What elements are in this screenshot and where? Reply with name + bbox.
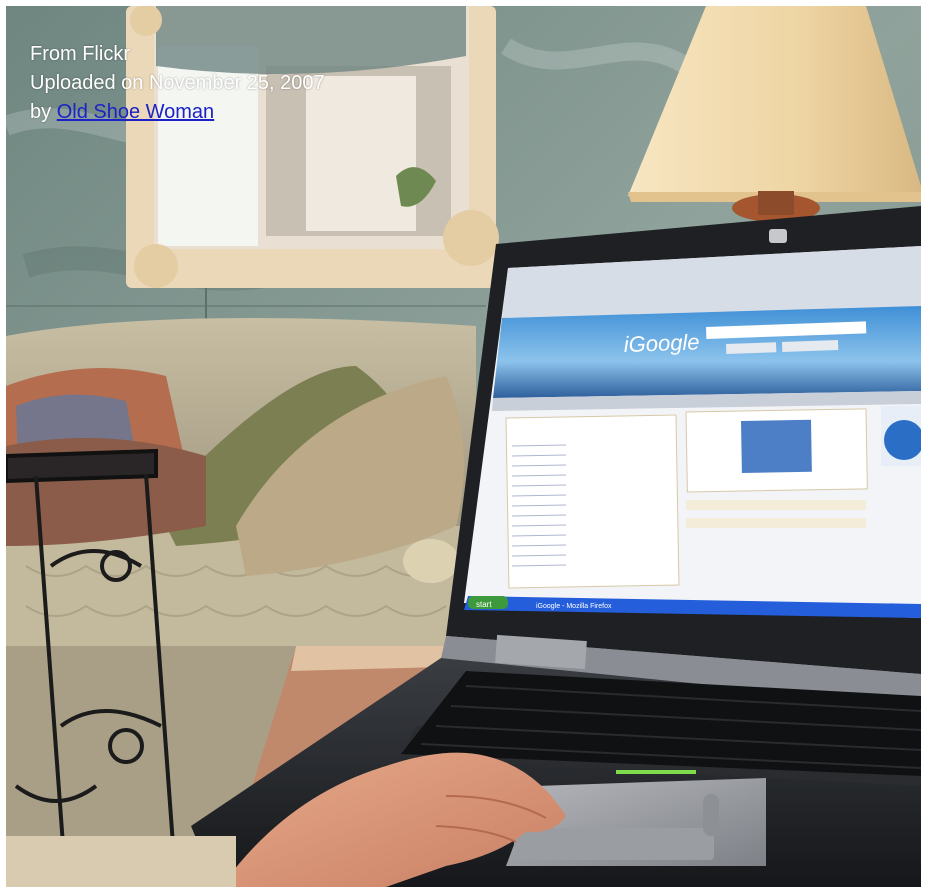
- living-room-laptop-photo: iGoogle start iGoogle - Mozilla Firefox: [6, 6, 921, 887]
- author-link[interactable]: Old Shoe Woman: [57, 101, 215, 123]
- igoogle-banner: [493, 306, 921, 398]
- photo-caption: From Flickr Uploaded on November 25, 200…: [30, 40, 325, 127]
- igoogle-logo: iGoogle: [623, 329, 700, 357]
- caption-byline: by Old Shoe Woman: [30, 98, 325, 127]
- taskbar-item-label: iGoogle - Mozilla Firefox: [536, 603, 612, 610]
- start-button-label: start: [476, 600, 492, 609]
- floor: [6, 836, 236, 887]
- photo-illustration: iGoogle start iGoogle - Mozilla Firefox: [6, 6, 921, 887]
- caption-upload-date: Uploaded on November 25, 2007: [30, 72, 325, 94]
- caption-source: From Flickr: [30, 43, 130, 65]
- laptop: iGoogle start iGoogle - Mozilla Firefox: [441, 206, 921, 706]
- hp-logo-icon: [769, 229, 787, 243]
- photo-frame: iGoogle start iGoogle - Mozilla Firefox …: [0, 0, 931, 893]
- caption-by-prefix: by: [30, 101, 57, 123]
